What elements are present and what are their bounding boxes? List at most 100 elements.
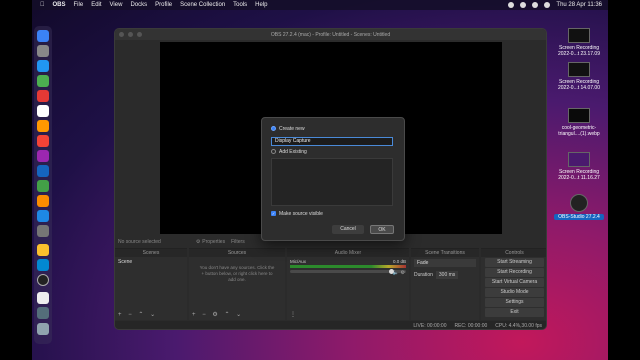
scene-item[interactable]: Scene (115, 257, 187, 267)
window-titlebar: OBS 27.2.4 (mac) - Profile: Untitled - S… (115, 29, 546, 40)
menu-docks[interactable]: Docks (130, 2, 147, 8)
studio-mode-button[interactable]: Studio Mode (485, 288, 544, 297)
app-store-icon[interactable] (37, 210, 49, 222)
ok-button[interactable]: OK (370, 225, 394, 234)
keynote-icon[interactable] (37, 165, 49, 177)
finder-icon[interactable] (37, 30, 49, 42)
no-source-label: No source selected (118, 239, 161, 245)
file-label: Screen Recording 2022-0...t 11.16.27 (558, 169, 600, 181)
move-up-icon[interactable]: ⌃ (138, 312, 143, 318)
wifi-icon[interactable] (520, 2, 527, 8)
volume-slider[interactable] (290, 269, 406, 274)
cpu-status: CPU: 4.4%,30.00 fps (495, 323, 542, 329)
desktop-file-webp[interactable]: cool-geometric- triangul....(1).webp (554, 108, 604, 137)
edge-icon[interactable] (37, 259, 49, 271)
move-up-icon[interactable]: ⌃ (224, 312, 229, 318)
create-new-radio[interactable] (271, 126, 276, 131)
select-source-dialog: Create new Display Capture Add Existing … (261, 117, 405, 241)
chrome-icon[interactable] (37, 244, 49, 256)
transition-select[interactable]: Fade (414, 259, 476, 267)
transitions-title: Scene Transitions (411, 249, 479, 257)
dock (34, 26, 52, 344)
settings-button[interactable]: Settings (485, 298, 544, 307)
menu-tools[interactable]: Tools (233, 2, 247, 8)
system-preferences-icon[interactable] (37, 225, 49, 237)
menu-scene-collection[interactable]: Scene Collection (180, 2, 225, 8)
add-icon[interactable]: + (192, 312, 196, 318)
mixer-menu-icon[interactable]: ⋮ (290, 312, 296, 318)
duration-label: Duration (414, 272, 433, 278)
sources-title: Sources (189, 249, 285, 257)
menu-bar:  OBS File Edit View Docks Profile Scene… (32, 0, 608, 10)
photos-icon[interactable] (37, 90, 49, 102)
menu-help[interactable]: Help (255, 2, 267, 8)
file-thumbnail (568, 28, 590, 43)
properties-button[interactable]: Properties (202, 239, 225, 245)
start-recording-button[interactable]: Start Recording (485, 268, 544, 277)
gear-icon: ⚙ (195, 239, 201, 245)
move-down-icon[interactable]: ⌄ (236, 312, 241, 318)
window-title: OBS 27.2.4 (mac) - Profile: Untitled - S… (270, 32, 391, 38)
record-status-icon[interactable] (508, 2, 515, 8)
volume-meter (290, 265, 406, 268)
music-icon[interactable] (37, 135, 49, 147)
start-streaming-button[interactable]: Start Streaming (485, 258, 544, 267)
calendar-icon[interactable] (37, 105, 49, 117)
existing-sources-list[interactable] (271, 158, 393, 206)
notes-icon[interactable] (37, 120, 49, 132)
pages-icon[interactable] (37, 195, 49, 207)
menu-view[interactable]: View (110, 2, 123, 8)
start-virtual-camera-button[interactable]: Start Virtual Camera (485, 278, 544, 287)
live-status: LIVE: 00:00:00 (413, 323, 447, 329)
add-icon[interactable]: + (118, 312, 122, 318)
menu-profile[interactable]: Profile (155, 2, 172, 8)
move-down-icon[interactable]: ⌄ (150, 312, 155, 318)
desktop-file-recording-1[interactable]: Screen Recording 2022-0...t 23.17.09 (554, 28, 604, 57)
desktop-file-obs[interactable]: OBS-Studio 27.2.4 (554, 194, 604, 220)
apple-icon[interactable]:  (40, 2, 45, 8)
remove-icon[interactable]: − (128, 312, 132, 318)
safari-icon[interactable] (37, 60, 49, 72)
status-bar: LIVE: 00:00:00 REC: 00:00:00 CPU: 4.4%,3… (115, 321, 546, 329)
document-icon[interactable] (37, 292, 49, 304)
file-thumbnail (568, 152, 590, 167)
file-thumbnail (568, 62, 590, 77)
menu-clock[interactable]: Thu 28 Apr 11:36 (556, 2, 602, 8)
controls-title: Controls (481, 249, 546, 257)
desktop-file-recording-3[interactable]: Screen Recording 2022-0...t 11.16.27 (554, 152, 604, 181)
file-thumbnail (568, 108, 590, 123)
add-existing-radio[interactable] (271, 149, 276, 154)
source-name-input[interactable]: Display Capture (271, 137, 393, 146)
podcasts-icon[interactable] (37, 150, 49, 162)
sources-empty-text: You don't have any sources. Click the + … (199, 265, 275, 282)
file-label: OBS-Studio 27.2.4 (554, 214, 604, 220)
audio-mixer-dock: Audio Mixer Mic/Aux 0.0 dB 🔈 ⚙ ⋮ (287, 248, 409, 320)
rec-status: REC: 00:00:00 (454, 323, 488, 329)
menu-file[interactable]: File (74, 2, 84, 8)
numbers-icon[interactable] (37, 180, 49, 192)
downloads-icon[interactable] (37, 307, 49, 319)
remove-icon[interactable]: − (202, 312, 206, 318)
duration-input[interactable]: 300 ms (435, 271, 459, 279)
make-visible-checkbox[interactable]: ✓ (271, 211, 276, 216)
menu-obs[interactable]: OBS (53, 2, 66, 8)
scene-transitions-dock: Scene Transitions Fade Duration 300 ms (411, 248, 479, 320)
file-label: Screen Recording 2022-0...t 23.17.09 (558, 45, 600, 57)
filters-button[interactable]: Filters (231, 239, 245, 245)
search-icon[interactable] (532, 2, 539, 8)
cancel-button[interactable]: Cancel (332, 225, 364, 234)
file-label: cool-geometric- triangul....(1).webp (558, 125, 600, 137)
trash-icon[interactable] (37, 323, 49, 335)
desktop-file-recording-2[interactable]: Screen Recording 2022-0...t 14.07.00 (554, 62, 604, 91)
gear-icon[interactable]: ⚙ (212, 312, 217, 318)
exit-button[interactable]: Exit (485, 308, 544, 317)
make-visible-label: Make source visible (279, 211, 323, 217)
launchpad-icon[interactable] (37, 45, 49, 57)
speaker-icon[interactable]: 🔈 (393, 270, 399, 276)
control-center-icon[interactable] (544, 2, 551, 8)
menu-edit[interactable]: Edit (91, 2, 101, 8)
obs-dock-icon[interactable] (37, 274, 49, 286)
gear-icon[interactable]: ⚙ (401, 270, 405, 276)
messages-icon[interactable] (37, 75, 49, 87)
add-existing-label: Add Existing (279, 149, 307, 155)
